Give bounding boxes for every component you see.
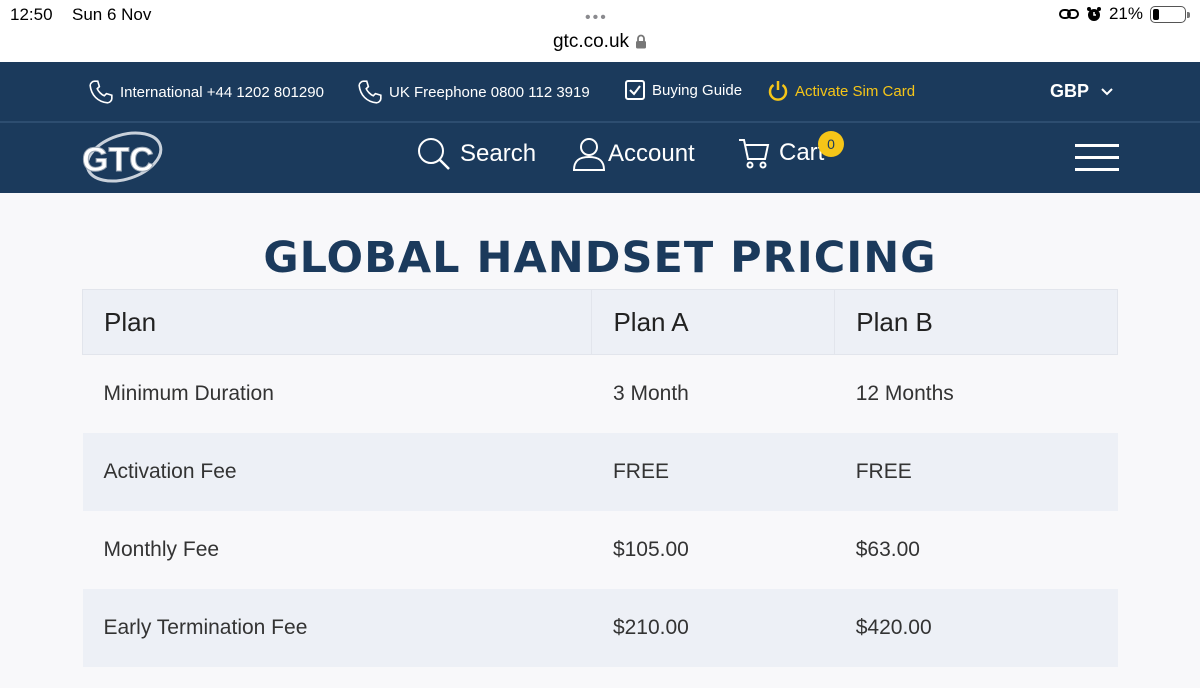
cart-button[interactable]: Cart [737, 136, 824, 170]
power-icon [768, 81, 788, 101]
table-header-cell: Plan A [591, 289, 836, 355]
checkbox-icon [625, 80, 645, 100]
table-cell: Activation Fee [82, 432, 592, 511]
top-info-bar: International +44 1202 801290 UK Freepho… [0, 62, 1200, 121]
page-title: GLOBAL HANDSET PRICING [263, 233, 937, 283]
table-row: Monthly Fee $105.00 $63.00 [82, 510, 1118, 589]
status-time: 12:50 [10, 5, 53, 24]
chevron-down-icon [1101, 87, 1113, 95]
table-cell: $420.00 [834, 588, 1118, 667]
phone-icon [358, 80, 382, 104]
main-nav: GTC Search Account Cart [0, 123, 1200, 193]
search-label: Search [460, 140, 537, 167]
status-bar: 12:50 Sun 6 Nov ••• 21% gtc.co.uk [0, 0, 1200, 62]
table-cell: $63.00 [834, 510, 1118, 589]
menu-icon[interactable] [1075, 144, 1119, 172]
pricing-table: Plan Plan A Plan B Minimum Duration 3 Mo… [81, 289, 1118, 667]
gtc-logo[interactable]: GTC [80, 129, 180, 187]
search-icon [418, 138, 450, 170]
table-cell: Early Termination Fee [82, 588, 592, 667]
search-button[interactable]: Search [416, 136, 536, 172]
table-cell: FREE [834, 432, 1118, 511]
address-bar[interactable]: gtc.co.uk [0, 31, 1200, 53]
buying-guide-link[interactable]: Buying Guide [624, 79, 742, 101]
user-icon [572, 138, 606, 171]
international-phone-link[interactable]: International +44 1202 801290 [88, 79, 324, 105]
currency-label: GBP [1050, 81, 1090, 101]
multitasking-dots-icon[interactable]: ••• [585, 9, 608, 27]
table-cell: $210.00 [591, 588, 835, 667]
cart-count-badge: 0 [818, 131, 844, 157]
lock-icon [636, 35, 647, 49]
table-row: Activation Fee FREE FREE [82, 432, 1118, 511]
logo-text: GTC [82, 141, 154, 179]
account-label: Account [608, 140, 695, 167]
uk-freephone-link[interactable]: UK Freephone 0800 112 3919 [357, 79, 590, 105]
table-row: Early Termination Fee $210.00 $420.00 [82, 588, 1118, 667]
table-header-row: Plan Plan A Plan B [81, 289, 1118, 355]
account-button[interactable]: Account [572, 136, 695, 172]
table-cell: Monthly Fee [82, 510, 592, 589]
status-date: Sun 6 Nov [72, 5, 152, 24]
currency-selector[interactable]: GBP [1050, 81, 1113, 102]
table-header-cell: Plan B [834, 289, 1118, 355]
activate-sim-label: Activate Sim Card [795, 82, 916, 100]
table-cell: 3 Month [591, 354, 835, 433]
table-header-cell: Plan [81, 289, 593, 355]
link-icon [1058, 9, 1079, 19]
buying-guide-label: Buying Guide [652, 81, 743, 99]
table-cell: Minimum Duration [82, 354, 592, 433]
table-cell: FREE [591, 432, 835, 511]
status-indicators: 21% [1058, 4, 1190, 24]
battery-icon [1150, 5, 1190, 23]
activate-sim-link[interactable]: Activate Sim Card [767, 79, 915, 103]
table-row: Minimum Duration 3 Month 12 Months [82, 354, 1118, 433]
url-text: gtc.co.uk [552, 31, 630, 52]
phone-icon [89, 80, 113, 104]
international-phone-label: International +44 1202 801290 [120, 83, 324, 101]
alarm-icon [1086, 7, 1101, 21]
battery-percent: 21% [1108, 4, 1143, 23]
table-cell: 12 Months [834, 354, 1118, 433]
cart-icon [739, 139, 770, 169]
table-cell: $105.00 [591, 510, 835, 589]
uk-freephone-label: UK Freephone 0800 112 3919 [389, 83, 590, 101]
